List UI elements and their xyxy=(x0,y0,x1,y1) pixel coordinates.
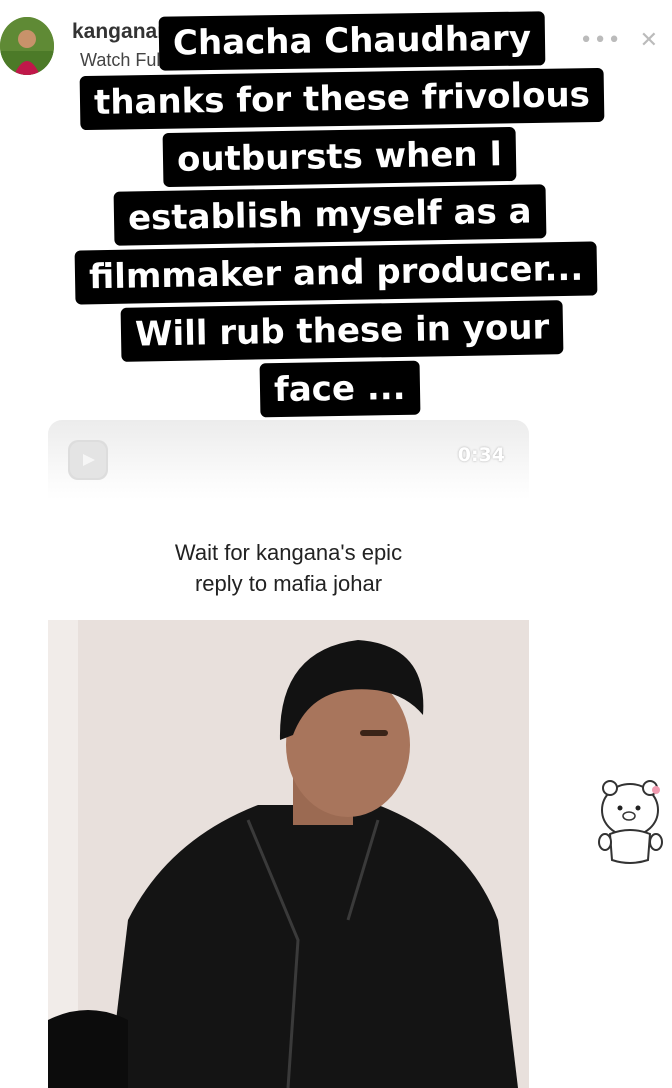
video-duration: 0:34 xyxy=(457,444,505,466)
video-frame[interactable] xyxy=(48,620,529,1088)
reel-icon xyxy=(68,440,108,480)
reel-caption: Wait for kangana's epic reply to mafia j… xyxy=(48,537,529,599)
caption-line: thanks for these frivolous xyxy=(79,67,605,131)
reel-card-top: 0:34 xyxy=(48,420,529,500)
video-thumbnail xyxy=(48,620,529,1088)
reel-caption-line: reply to mafia johar xyxy=(194,571,383,596)
caption-line: outbursts when I xyxy=(163,126,517,188)
caption-line: establish myself as a xyxy=(113,184,547,246)
caption-line: Chacha Chaudhary xyxy=(158,11,546,71)
bear-sticker-icon[interactable] xyxy=(598,776,666,868)
caption-line: face ... xyxy=(259,360,421,418)
caption-line: Will rub these in your xyxy=(120,300,564,362)
reel-caption-line: Wait for kangana's epic xyxy=(174,540,403,565)
reel-card[interactable]: 0:34 Wait for kangana's epic reply to ma… xyxy=(48,420,529,1088)
story-caption: Chacha Chaudhary thanks for these frivol… xyxy=(0,11,672,420)
caption-line: filmmaker and producer... xyxy=(74,241,598,305)
